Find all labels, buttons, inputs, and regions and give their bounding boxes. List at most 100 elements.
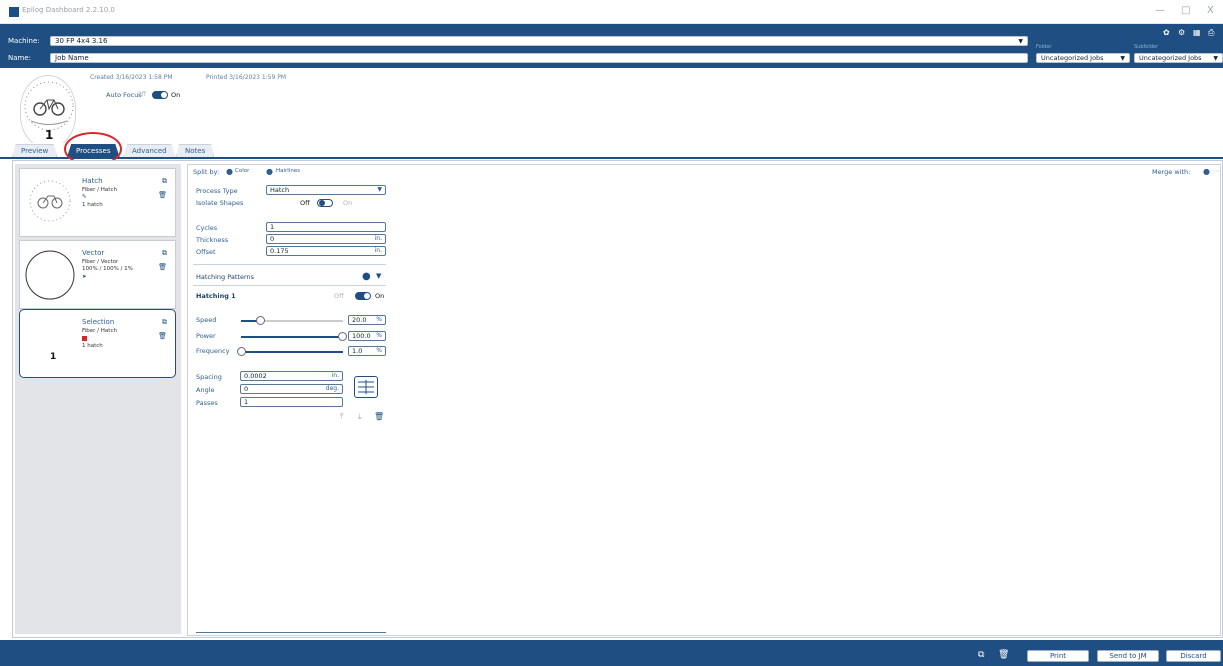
tab-advanced[interactable]: Advanced: [123, 144, 176, 157]
spacing-input[interactable]: 0.0002 in.: [240, 371, 343, 381]
merge-add-icon[interactable]: ●: [1203, 167, 1210, 176]
bicycle-icon: [29, 180, 71, 222]
subfolder-label: Subfolder: [1134, 44, 1159, 50]
thickness-input[interactable]: 0 in.: [266, 234, 386, 244]
selection-number: 1: [50, 352, 57, 362]
delete-icon[interactable]: 🗑: [158, 332, 167, 340]
hatch-on-label: On: [375, 292, 385, 300]
duplicate-icon[interactable]: ⧉: [162, 249, 167, 258]
divider: [196, 632, 386, 633]
merge-with-label: Merge with:: [1152, 168, 1191, 176]
speed-slider-handle[interactable]: [256, 316, 265, 325]
passes-input[interactable]: 1: [240, 397, 343, 407]
close-button[interactable]: X: [1207, 5, 1214, 16]
offset-value: 0.175: [270, 247, 289, 255]
cycles-input[interactable]: 1: [266, 222, 386, 232]
name-input[interactable]: Job Name: [50, 53, 1028, 63]
power-slider-handle[interactable]: [338, 332, 347, 341]
minimize-button[interactable]: —: [1155, 5, 1165, 16]
subfolder-select[interactable]: Uncategorized Jobs ▼: [1134, 53, 1223, 63]
frequency-slider[interactable]: [241, 351, 343, 353]
autofocus-toggle[interactable]: [152, 91, 168, 99]
move-up-icon[interactable]: ⤒: [340, 412, 344, 422]
duplicate-icon[interactable]: ⧉: [162, 318, 167, 327]
process-card-vector[interactable]: Vector Fiber / Vector 100% / 100% / 1% ➤…: [19, 240, 176, 309]
process-type: Fiber / Hatch: [82, 187, 117, 193]
offset-input[interactable]: 0.175 in.: [266, 246, 386, 256]
machine-label: Machine:: [8, 37, 40, 45]
frequency-slider-handle[interactable]: [237, 347, 246, 356]
add-icon[interactable]: ●: [266, 167, 273, 176]
power-label: Power: [196, 332, 216, 340]
delete-icon[interactable]: 🗑: [158, 263, 167, 271]
send-to-jm-button[interactable]: Send to JM: [1097, 650, 1159, 662]
machine-select[interactable]: 30 FP 4x4 3.16 ▼: [50, 36, 1028, 46]
split-color-button[interactable]: Color: [235, 168, 249, 174]
vector-arrow-icon: ➤: [82, 274, 87, 280]
tab-notes[interactable]: Notes: [176, 144, 215, 157]
isolate-shapes-label: Isolate Shapes: [196, 199, 244, 207]
trash-icon[interactable]: 🗑: [374, 412, 384, 421]
duplicate-icon[interactable]: ⧉: [978, 650, 984, 660]
hatching-enable-toggle[interactable]: [355, 292, 371, 300]
chevron-down-icon: ▼: [377, 186, 382, 193]
speed-label: Speed: [196, 316, 217, 324]
offset-label: Offset: [196, 248, 216, 256]
duplicate-icon[interactable]: ⧉: [162, 177, 167, 186]
printed-timestamp: Printed 3/16/2023 1:59 PM: [206, 74, 287, 81]
autofocus-off-label: Off: [137, 91, 146, 98]
isolate-shapes-toggle[interactable]: [317, 199, 333, 207]
subfolder-value: Uncategorized Jobs: [1139, 54, 1202, 62]
window-titlebar: [0, 0, 1223, 24]
process-summary: 1 hatch: [82, 343, 103, 349]
process-list: Hatch Fiber / Hatch ✎ 1 hatch ⧉ 🗑 Vector…: [15, 164, 181, 634]
process-card-hatch[interactable]: Hatch Fiber / Hatch ✎ 1 hatch ⧉ 🗑: [19, 168, 176, 237]
hatching-pattern-title: Hatching 1: [196, 292, 236, 300]
spacing-label: Spacing: [196, 373, 222, 381]
offset-unit: in.: [374, 247, 382, 254]
speed-input[interactable]: 20.0 %: [348, 315, 386, 325]
process-summary: 1 hatch: [82, 202, 103, 208]
tab-preview[interactable]: Preview: [12, 144, 58, 157]
process-type-select[interactable]: Hatch ▼: [266, 185, 386, 195]
delete-icon[interactable]: 🗑: [998, 650, 1009, 660]
more-icon[interactable]: ⋯: [1213, 167, 1220, 175]
machine-value: 30 FP 4x4 3.16: [55, 37, 108, 45]
divider: [193, 285, 386, 286]
move-down-icon[interactable]: ⤓: [358, 412, 362, 422]
angle-input[interactable]: 0 deg.: [240, 384, 343, 394]
print-button[interactable]: Print: [1027, 650, 1089, 662]
cycles-label: Cycles: [196, 224, 218, 232]
add-pattern-icon[interactable]: ●: [362, 271, 371, 282]
split-hairlines-button[interactable]: Hairlines: [276, 168, 300, 174]
spacing-value: 0.0002: [244, 372, 267, 380]
process-title: Hatch: [82, 177, 103, 185]
power-input[interactable]: 100.0 %: [348, 331, 386, 341]
speed-value: 20.0: [352, 316, 367, 324]
chevron-down-icon: ▼: [1120, 55, 1125, 62]
grid-icon[interactable]: ▦: [1193, 28, 1201, 37]
delete-icon[interactable]: 🗑: [158, 191, 167, 199]
folder-select[interactable]: Uncategorized Jobs ▼: [1036, 53, 1130, 63]
process-card-selection[interactable]: 1 Selection Fiber / Hatch 1 hatch ⧉ 🗑: [19, 309, 176, 378]
chevron-down-icon: ▼: [1018, 38, 1023, 45]
color-swatch: [82, 336, 87, 341]
angle-label: Angle: [196, 386, 215, 394]
job-thumbnail: 1: [20, 75, 76, 149]
chevron-down-icon[interactable]: ▼: [376, 272, 381, 280]
pen-icon: ✎: [82, 194, 87, 200]
add-icon[interactable]: ●: [226, 167, 233, 176]
gear-icon[interactable]: ✿: [1163, 28, 1170, 37]
app-logo-icon: [9, 7, 19, 17]
discard-button[interactable]: Discard: [1166, 650, 1221, 662]
maximize-button[interactable]: □: [1181, 5, 1190, 16]
circle-outline-icon: [25, 250, 75, 300]
printer-icon[interactable]: ⎙: [1208, 28, 1214, 38]
hatch-pattern-preview-icon[interactable]: [354, 376, 378, 398]
frequency-value: 1.0: [352, 347, 363, 355]
process-summary: 100% / 100% / 1%: [82, 266, 133, 272]
frequency-input[interactable]: 1.0 %: [348, 346, 386, 356]
hatch-off-label: Off: [334, 292, 344, 300]
settings-icon[interactable]: ⚙: [1178, 28, 1185, 37]
process-type: Fiber / Vector: [82, 259, 119, 265]
